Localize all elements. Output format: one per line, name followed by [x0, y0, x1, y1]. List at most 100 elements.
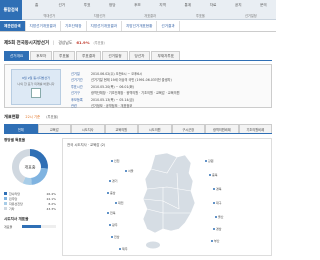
- legend-swatch: [4, 202, 7, 205]
- info-value: 2010.06.02(수) 오전6시 ~ 오후6시: [91, 71, 143, 76]
- tab-superintendent[interactable]: 교육감: [37, 124, 71, 133]
- legend-name: 한나라당: [9, 191, 21, 196]
- tab-election-result[interactable]: 선거결과: [157, 21, 180, 31]
- tab-overview[interactable]: 선거개요: [4, 51, 30, 60]
- top-menu-item[interactable]: 투표: [74, 3, 99, 8]
- tab-absentee[interactable]: 부재자투표: [151, 51, 180, 60]
- section-note: (투표율): [46, 115, 59, 119]
- top-submenu-item[interactable]: 개표결과: [125, 13, 175, 18]
- legend-name: 자유선진당: [9, 201, 23, 206]
- top-menu-item[interactable]: 자료: [200, 3, 225, 8]
- tab-local-results-2[interactable]: 지방선거개표결과: [87, 21, 122, 31]
- map-label-chungnam[interactable]: 충남: [107, 191, 116, 195]
- map-label-gyeonggi[interactable]: 경기: [109, 179, 118, 183]
- legend-pct: 8.2%: [48, 201, 56, 206]
- top-submenu-item[interactable]: 투표율: [175, 13, 225, 18]
- count-rate-title: 시도지사 개표율: [4, 217, 29, 221]
- tab-winners[interactable]: 당선자: [128, 51, 151, 60]
- top-submenu-item[interactable]: 선거일정: [226, 13, 276, 18]
- map-label-gwangju[interactable]: 광주: [109, 223, 118, 227]
- map-header: 전국 시도지사 · 교육감 (2): [67, 143, 106, 147]
- tab-pr-metro[interactable]: 광역의원비례: [205, 124, 239, 133]
- top-menu-item[interactable]: 문의: [251, 3, 276, 8]
- tab-governor[interactable]: 시도지사: [71, 124, 105, 133]
- tab-schedule[interactable]: 선거일정: [102, 51, 128, 60]
- poster-line-2: 나의 한 표가 미래를 바꿉니다: [17, 82, 55, 86]
- section-title: 개표현황: [4, 113, 20, 119]
- info-label: 선거구: [71, 91, 80, 96]
- top-navigation: 통합검색 홈 선거 투표 정당 후보 지역 통계 자료 공지 문의 역대선거 지…: [0, 0, 276, 20]
- donut-chart: 개표중: [12, 149, 48, 185]
- map-label-gangwon[interactable]: 강원: [205, 159, 214, 163]
- map-label-jeonnam[interactable]: 전남: [111, 235, 120, 239]
- turnout-label: (투표율): [93, 41, 105, 45]
- ballot-box-icon: [31, 88, 41, 98]
- tab-local-results[interactable]: 지방선거개표결과: [26, 21, 61, 31]
- top-submenu-item[interactable]: 역대선거: [24, 13, 74, 18]
- top-menu-item[interactable]: 통계: [175, 3, 200, 8]
- map-label-jeonbuk[interactable]: 전북: [107, 211, 116, 215]
- legend-pct: 26.4%: [46, 191, 56, 196]
- party-share-title: 정당별 득표율: [4, 138, 26, 142]
- map-label-chungbuk[interactable]: 충북: [209, 173, 218, 177]
- legend-swatch: [4, 197, 7, 200]
- top-menu-item[interactable]: 공지: [226, 3, 251, 8]
- map-label-jeju[interactable]: 제주: [119, 247, 128, 251]
- map-label-daegu[interactable]: 대구: [213, 201, 222, 205]
- legend-name: 민주당: [9, 196, 18, 201]
- top-submenu: 역대선거 지방선거 개표결과 투표율 선거일정: [24, 11, 276, 20]
- map-label-seoul[interactable]: 서울: [125, 169, 134, 173]
- tab-pr-basic[interactable]: 기초의원비례: [238, 124, 272, 133]
- korea-map[interactable]: [133, 151, 203, 251]
- legend-row: 민주당 22.1%: [4, 196, 56, 201]
- top-menu-item[interactable]: 지역: [150, 3, 175, 8]
- tab-local-heads[interactable]: 기초단체장: [61, 21, 87, 31]
- legend-name: 기타: [9, 206, 15, 211]
- related-search-tabs: 제관련검색 지방선거개표결과 기초단체장 지방선거개표결과 지방선거개표현황 선…: [0, 21, 276, 32]
- election-info-box: 6월 2일 동시지방선거 나의 한 표가 미래를 바꿉니다 선거일 2010.06…: [4, 64, 272, 108]
- count-status-header: 개표현황 22시 기준 (투표율): [4, 112, 272, 121]
- tab-turnout[interactable]: 투표율: [53, 51, 76, 60]
- top-menu-item[interactable]: 정당: [100, 3, 125, 8]
- info-value: 광역단체장 · 기초단체장 · 광역의원 · 기초의원 · 교육감 · 교육의원: [91, 91, 180, 96]
- region-name: 경상남도: [58, 39, 73, 45]
- legend-swatch: [4, 192, 7, 195]
- tab-all[interactable]: 전체: [4, 124, 38, 133]
- map-label-busan[interactable]: 부산: [211, 239, 220, 243]
- election-poster-image: 6월 2일 동시지방선거 나의 한 표가 미래를 바꿉니다: [11, 69, 61, 105]
- info-lines: 선거일 2010.06.02(수) 오전6시 ~ 오후6시 선거기간 선거기일 현재…: [71, 70, 267, 109]
- count-rate-fill: [22, 225, 42, 228]
- count-rate-bar-row: 개표율: [4, 224, 56, 229]
- tab-local-status[interactable]: 지방선거개표현황: [122, 21, 158, 31]
- map-label-gyeongnam[interactable]: 경남: [213, 227, 222, 231]
- tab-city-council[interactable]: 시도의원: [138, 124, 172, 133]
- legend-row: 기타 43.3%: [4, 206, 56, 211]
- tab-candidates[interactable]: 후보자: [30, 51, 53, 60]
- tab-vote-result[interactable]: 투표결과: [76, 51, 102, 60]
- info-value: 2010.05.13(목) ~ 05.14(금): [91, 97, 134, 102]
- map-label-ulsan[interactable]: 울산: [215, 215, 224, 219]
- map-label-incheon[interactable]: 인천: [111, 159, 120, 163]
- site-logo[interactable]: 통합검색: [0, 0, 22, 20]
- info-value[interactable]: 선거정보 · 공약정보 · 개표정보: [91, 103, 132, 108]
- map-label-gyeongbuk[interactable]: 경북: [213, 187, 222, 191]
- map-label-daejeon[interactable]: 대전: [115, 201, 124, 205]
- turnout-percent: 61.9%: [76, 40, 90, 45]
- top-menu-item[interactable]: 후보: [125, 3, 150, 8]
- count-rate-label: 개표율: [4, 224, 13, 229]
- top-menu-item[interactable]: 선거: [49, 3, 74, 8]
- legend-row: 한나라당 26.4%: [4, 191, 56, 196]
- page-title: 제5회 전국동시지방선거: [4, 40, 49, 46]
- top-menu-item[interactable]: 홈: [24, 3, 49, 8]
- info-label: 관련: [71, 104, 77, 109]
- party-share-donut: 개표중: [4, 145, 56, 189]
- tab-related[interactable]: 제관련검색: [0, 21, 26, 31]
- korea-map-panel: 전국 시도지사 · 교육감 (2) 인천 서울 경기 강원 충북 충남 대전 경…: [62, 138, 272, 256]
- tab-mayor[interactable]: 구시군장: [171, 124, 205, 133]
- info-label: 투표시간: [71, 84, 83, 89]
- info-value: 2010.05.20(목) ~ 06.01(화): [91, 84, 134, 89]
- legend-pct: 43.3%: [46, 206, 56, 211]
- tab-edu-council[interactable]: 교육의원: [104, 124, 138, 133]
- top-submenu-item[interactable]: 지방선거: [74, 13, 124, 18]
- title-separator: |: [52, 40, 55, 45]
